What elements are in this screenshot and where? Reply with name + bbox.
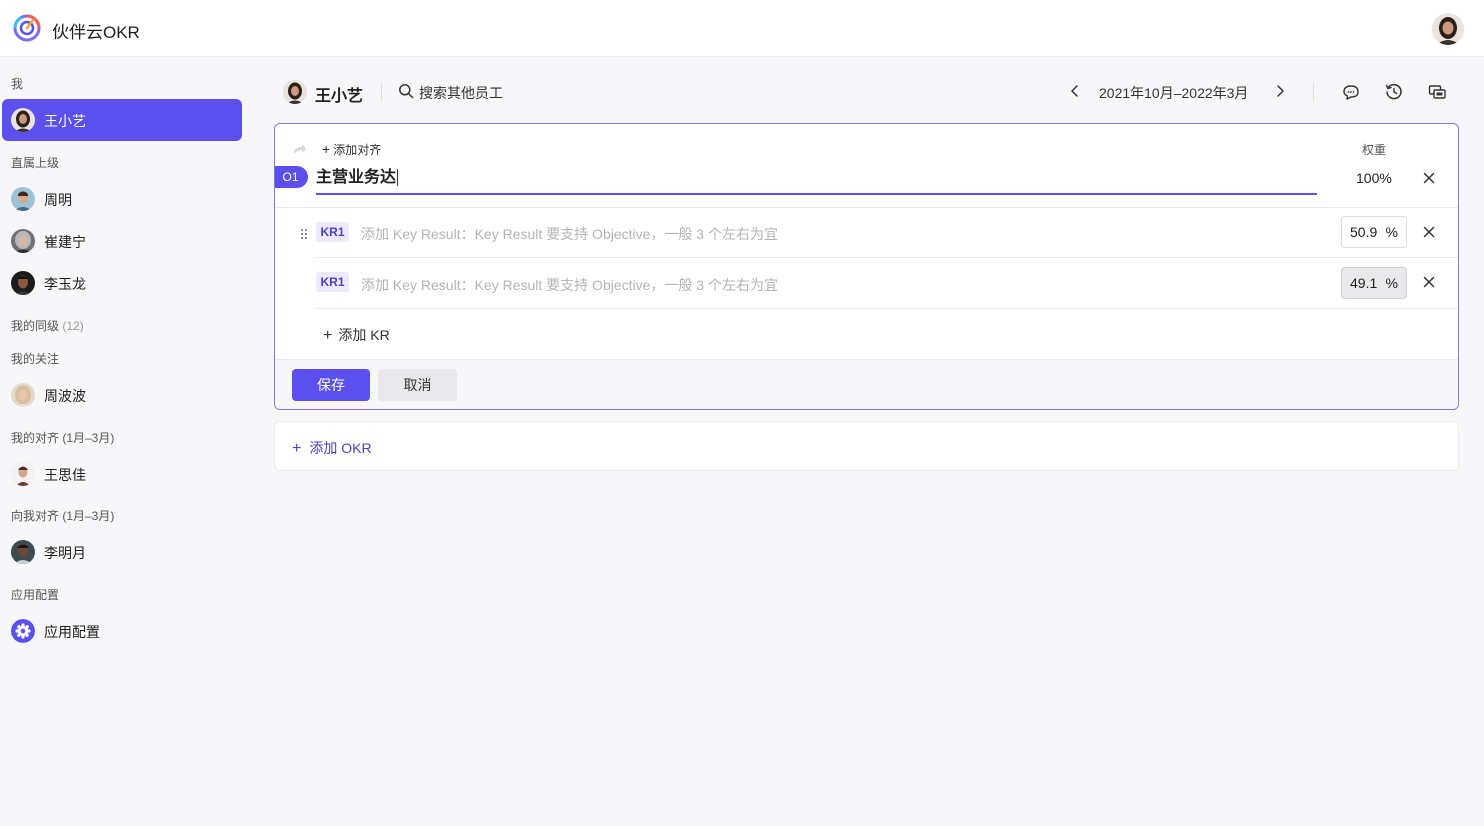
divider	[275, 207, 1458, 208]
sidebar-item-app-config[interactable]: 应用配置	[2, 610, 242, 652]
sidebar-item-me[interactable]: 王小艺	[2, 99, 242, 141]
cancel-button[interactable]: 取消	[378, 369, 457, 401]
close-icon[interactable]	[1422, 275, 1436, 289]
avatar	[11, 229, 35, 253]
kr-input[interactable]: 添加 Key Result：Key Result 要支持 Objective，一…	[361, 275, 778, 295]
section-peers[interactable]: 我的同级 (12)	[11, 317, 84, 334]
add-kr-label: 添加 KR	[338, 327, 390, 343]
sidebar-item-label: 王思佳	[44, 467, 86, 483]
chevron-right-icon[interactable]	[1272, 83, 1288, 99]
divider	[1313, 83, 1314, 101]
text-caret	[397, 169, 399, 187]
main-content: 王小艺 搜索其他员工 2021年10月–2022年3月 + 添加对齐 权重 O1…	[244, 58, 1484, 826]
section-superior: 直属上级	[11, 156, 60, 170]
divider	[381, 83, 382, 101]
search-employee-button[interactable]: 搜索其他员工	[419, 83, 503, 103]
section-me: 我	[11, 77, 24, 91]
avatar	[283, 80, 307, 104]
sidebar: 我 王小艺 直属上级 周明 崔建宁 李玉龙 我的同级 (12) 我的关注 周波波	[0, 58, 244, 826]
comment-icon[interactable]	[1341, 82, 1361, 102]
add-okr-label: 添加 OKR	[309, 440, 372, 456]
sidebar-item-label: 王小艺	[44, 113, 86, 129]
objective-input[interactable]: 主营业务达	[316, 166, 1317, 195]
plus-icon: +	[322, 141, 331, 157]
chevron-left-icon[interactable]	[1067, 83, 1083, 99]
section-app-config: 应用配置	[11, 588, 60, 602]
plus-icon: +	[292, 440, 302, 457]
section-aligned-to-me: 向我对齐 (1月–3月)	[11, 509, 115, 523]
close-icon[interactable]	[1422, 225, 1436, 239]
add-okr-button[interactable]: + 添加 OKR	[274, 421, 1459, 471]
close-icon[interactable]	[1422, 171, 1436, 185]
section-following: 我的关注	[11, 352, 60, 366]
top-bar: 伙伴云OKR	[0, 0, 1484, 57]
divider	[316, 308, 1458, 309]
weight-header: 权重	[1362, 143, 1387, 157]
add-alignment-label: 添加对齐	[333, 143, 382, 157]
kr-weight-input[interactable]: 50.9%	[1341, 216, 1407, 248]
avatar	[11, 271, 35, 295]
kr-badge: KR1	[316, 222, 349, 242]
peers-count: (12)	[62, 319, 84, 333]
kr-weight-value: 49.1	[1350, 275, 1378, 291]
kr-input[interactable]: 添加 Key Result：Key Result 要支持 Objective，一…	[361, 224, 778, 244]
page-title: 王小艺	[315, 88, 364, 105]
add-okr-text: + 添加 OKR	[292, 438, 372, 458]
objective-text: 主营业务达	[316, 169, 397, 186]
drag-handle-icon[interactable]	[299, 227, 309, 241]
kr-weight-unit: %	[1385, 224, 1398, 240]
sidebar-item-superior[interactable]: 崔建宁	[2, 220, 242, 262]
kr-weight-input[interactable]: 49.1%	[1341, 267, 1407, 299]
okr-editor: + 添加对齐 权重 O1 主营业务达 100% KR1 添加 Key Result…	[274, 123, 1459, 410]
divider	[316, 257, 1458, 258]
align-arrow-icon	[291, 141, 307, 157]
avatar	[11, 383, 35, 407]
sidebar-item-label: 崔建宁	[44, 234, 86, 250]
sidebar-item-following[interactable]: 周波波	[2, 374, 242, 416]
add-kr-button[interactable]: + 添加 KR	[323, 325, 390, 345]
sidebar-item-superior[interactable]: 周明	[2, 178, 242, 220]
kr-weight-value: 50.9	[1350, 224, 1378, 240]
app-name: 伙伴云OKR	[52, 23, 140, 42]
sidebar-item-label: 李玉龙	[44, 276, 86, 292]
sidebar-item-my-alignment[interactable]: 王思佳	[2, 453, 242, 495]
avatar	[11, 187, 35, 211]
okr-logo-icon[interactable]	[12, 13, 42, 43]
avatar	[11, 462, 35, 486]
sidebar-item-label: 李明月	[44, 545, 86, 561]
kr-weight-unit: %	[1385, 275, 1398, 291]
objective-badge: O1	[275, 166, 308, 188]
sidebar-item-aligned-to-me[interactable]: 李明月	[2, 531, 242, 573]
sidebar-item-label: 周波波	[44, 388, 86, 404]
plus-icon: +	[323, 327, 333, 344]
period-selector[interactable]: 2021年10月–2022年3月	[1099, 83, 1248, 103]
section-peers-label: 我的同级	[11, 319, 60, 333]
avatar	[11, 108, 35, 132]
avatar	[11, 540, 35, 564]
switch-view-icon[interactable]	[1427, 82, 1447, 102]
page-header: 王小艺 搜索其他员工 2021年10月–2022年3月	[244, 72, 1484, 112]
user-avatar-icon[interactable]	[1432, 13, 1464, 45]
sidebar-item-label: 应用配置	[44, 624, 100, 640]
objective-weight: 100%	[1356, 170, 1392, 186]
editor-footer: 保存 取消	[275, 359, 1458, 409]
history-icon[interactable]	[1384, 82, 1404, 102]
gear-icon	[11, 619, 35, 643]
search-icon[interactable]	[398, 83, 414, 99]
save-button[interactable]: 保存	[292, 369, 370, 401]
add-alignment-button[interactable]: + 添加对齐	[322, 141, 381, 158]
sidebar-item-label: 周明	[44, 192, 72, 208]
sidebar-item-superior[interactable]: 李玉龙	[2, 262, 242, 304]
kr-badge: KR1	[316, 272, 349, 292]
section-my-alignment: 我的对齐 (1月–3月)	[11, 431, 115, 445]
